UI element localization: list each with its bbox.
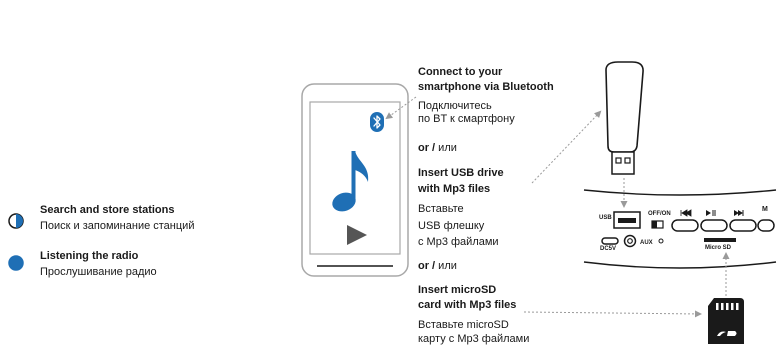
sd-title-line2: card with Mp3 files [418, 299, 517, 311]
legend-search-subtitle: Поиск и запоминание станций [40, 220, 195, 232]
legend-search-icon [8, 213, 24, 229]
usb-ru-line2: USB флешку [418, 220, 485, 232]
music-note-icon [330, 148, 375, 214]
microsd-card [708, 298, 744, 344]
legend-search-title: Search and store stations [40, 204, 175, 216]
usb-ru-line1: Вставьте [418, 203, 464, 215]
bt-title-line1: Connect to your [418, 66, 503, 78]
panel-label-dc5v: DC5V [600, 246, 617, 252]
usb-title-line1: Insert USB drive [418, 167, 504, 179]
or-ru: или [435, 142, 457, 154]
or-separator-1: or / или [418, 142, 457, 155]
usb-flash-drive [596, 61, 650, 180]
panel-label-offon: OFF/ON [648, 211, 671, 217]
bt-title-line2: smartphone via Bluetooth [418, 81, 554, 93]
legend-listen-title: Listening the radio [40, 250, 139, 262]
control-panel [580, 182, 780, 276]
panel-label-m: M [762, 206, 768, 213]
panel-label-aux: AUX [640, 240, 653, 246]
bluetooth-icon [370, 112, 384, 132]
bt-ru-line1: Подключитесь [418, 100, 492, 112]
usb-title-line2: with Mp3 files [418, 183, 491, 195]
panel-label-microsd: Micro SD [705, 245, 732, 251]
bt-ru-line2: по BT к смартфону [418, 113, 515, 125]
sd-title-line1: Insert microSD [418, 284, 497, 296]
or-ru: или [435, 260, 457, 272]
legend-listen-icon [8, 255, 24, 271]
or-separator-2: or / или [418, 260, 457, 273]
or-en: or / [418, 260, 436, 272]
panel-label-usb: USB [599, 215, 612, 221]
usb-ru-line3: с Mp3 файлами [418, 236, 499, 248]
play-icon [346, 224, 368, 246]
sd-ru-line2: карту с Mp3 файлами [418, 333, 530, 345]
legend-listen-subtitle: Прослушивание радио [40, 266, 157, 278]
or-en: or / [418, 142, 436, 154]
sd-ru-line1: Вставьте microSD [418, 319, 509, 331]
